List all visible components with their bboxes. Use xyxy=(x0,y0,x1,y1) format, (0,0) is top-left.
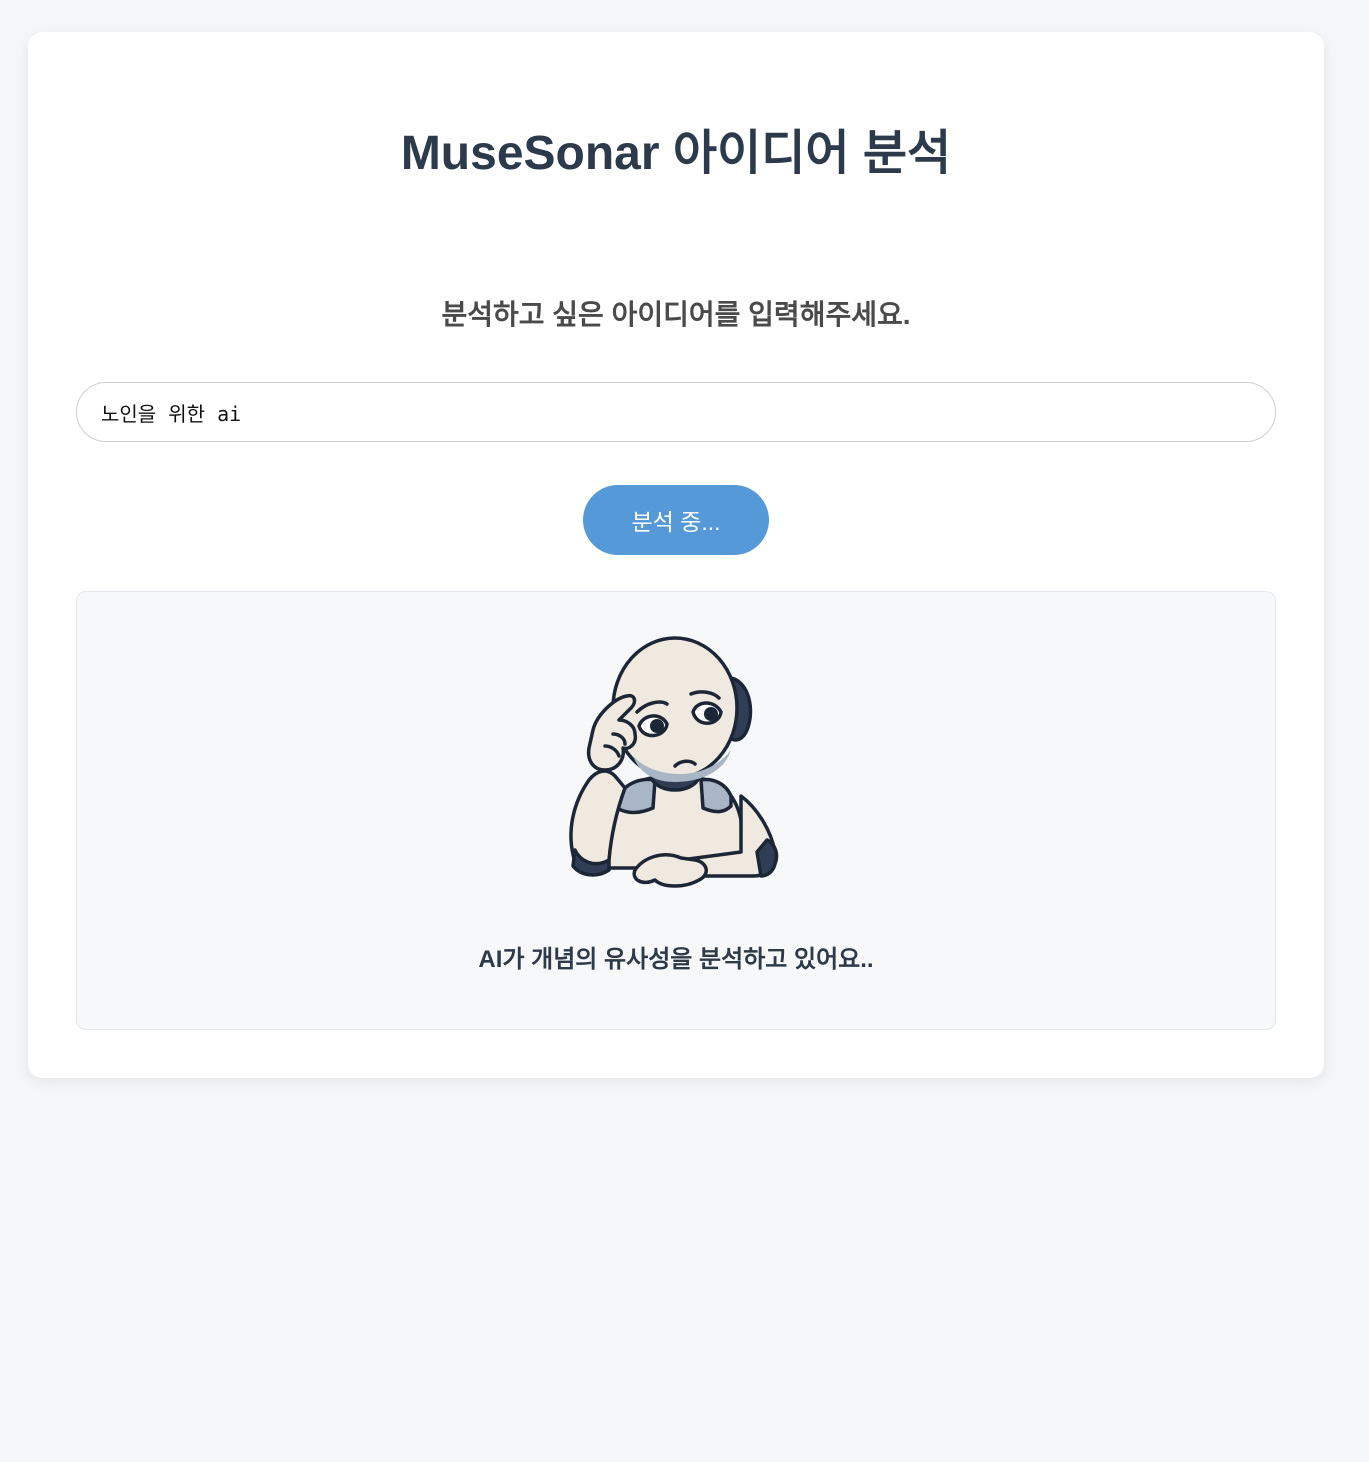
analyze-button[interactable]: 분석 중... xyxy=(583,485,769,555)
thinking-robot-icon xyxy=(569,636,779,888)
input-prompt: 분석하고 싶은 아이디어를 입력해주세요. xyxy=(441,299,911,330)
result-panel: AI가 개념의 유사성을 분석하고 있어요.. xyxy=(76,591,1276,1030)
page-title: MuseSonar 아이디어 분석 xyxy=(400,127,952,180)
analysis-status: AI가 개념의 유사성을 분석하고 있어요.. xyxy=(478,946,874,973)
idea-input[interactable] xyxy=(76,382,1276,442)
main-card: MuseSonar 아이디어 분석 분석하고 싶은 아이디어를 입력해주세요. … xyxy=(28,32,1324,1078)
